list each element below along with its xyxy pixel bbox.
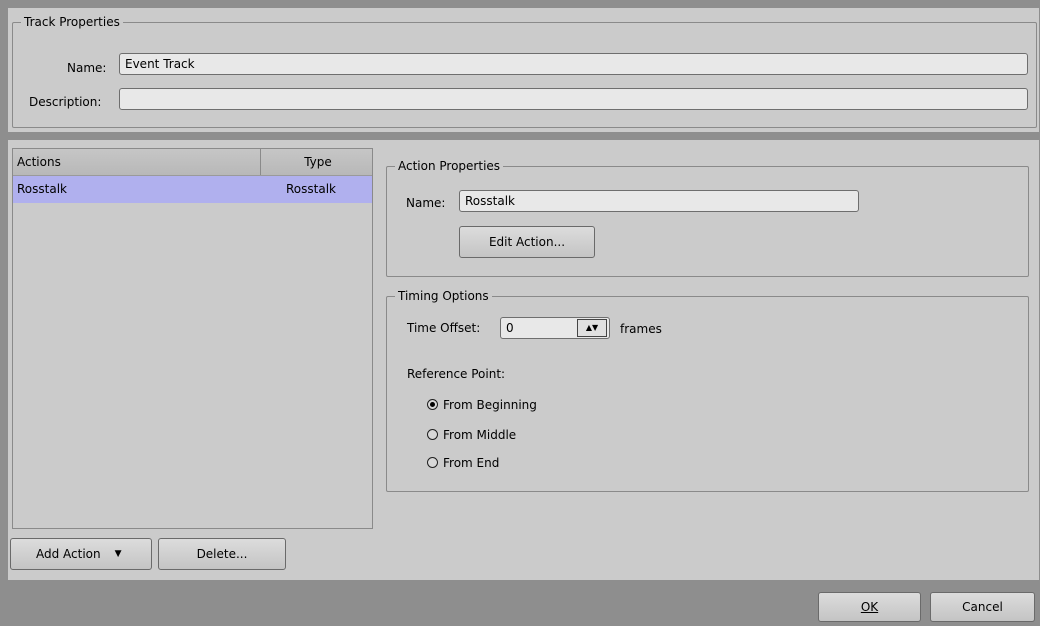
radio-from-end[interactable]: From End bbox=[427, 454, 587, 472]
timing-options-legend: Timing Options bbox=[395, 288, 492, 304]
radio-unchecked-icon[interactable] bbox=[427, 457, 438, 468]
radio-from-end-label: From End bbox=[443, 456, 500, 470]
actions-list[interactable]: Actions Type Rosstalk Rosstalk bbox=[12, 148, 373, 529]
column-header-type[interactable]: Type bbox=[273, 149, 363, 175]
radio-from-beginning-label: From Beginning bbox=[443, 398, 537, 412]
radio-from-middle[interactable]: From Middle bbox=[427, 426, 587, 444]
dropdown-arrow-icon: ▼ bbox=[114, 549, 122, 559]
radio-unchecked-icon[interactable] bbox=[427, 429, 438, 440]
track-description-input[interactable] bbox=[119, 88, 1028, 110]
list-item-type: Rosstalk bbox=[286, 182, 336, 196]
actions-panel: Actions Type Rosstalk Rosstalk Action Pr… bbox=[8, 140, 1039, 580]
time-offset-stepper[interactable]: ▲ ▼ bbox=[577, 319, 607, 337]
time-offset-units: frames bbox=[620, 322, 662, 336]
track-properties-panel: Track Properties Name: Description: bbox=[8, 8, 1039, 132]
column-header-actions[interactable]: Actions bbox=[17, 149, 257, 175]
ok-button-label: OK bbox=[860, 600, 879, 614]
track-properties-group: Track Properties bbox=[12, 14, 1037, 128]
list-item-action: Rosstalk bbox=[17, 182, 67, 196]
action-properties-group: Action Properties bbox=[386, 158, 1029, 277]
radio-checked-icon[interactable] bbox=[427, 399, 438, 410]
column-divider bbox=[260, 149, 261, 175]
track-name-input[interactable] bbox=[119, 53, 1028, 75]
action-properties-legend: Action Properties bbox=[395, 158, 504, 174]
stepper-down-icon[interactable]: ▼ bbox=[592, 324, 598, 332]
list-item[interactable]: Rosstalk Rosstalk bbox=[13, 176, 372, 203]
edit-action-button[interactable]: Edit Action... bbox=[459, 226, 595, 258]
track-description-label: Description: bbox=[29, 95, 102, 109]
track-name-label: Name: bbox=[67, 61, 107, 75]
cancel-button-label: Cancel bbox=[962, 600, 1003, 614]
actions-list-header: Actions Type bbox=[13, 149, 372, 176]
add-action-label: Add Action bbox=[36, 547, 101, 561]
delete-button[interactable]: Delete... bbox=[158, 538, 286, 570]
cancel-button[interactable]: Cancel bbox=[930, 592, 1035, 622]
radio-from-beginning[interactable]: From Beginning bbox=[427, 396, 587, 414]
ok-button[interactable]: OK bbox=[818, 592, 921, 622]
radio-from-middle-label: From Middle bbox=[443, 428, 517, 442]
add-action-button[interactable]: Add Action ▼ bbox=[10, 538, 152, 570]
time-offset-label: Time Offset: bbox=[407, 321, 481, 335]
action-name-input[interactable] bbox=[459, 190, 859, 212]
action-name-label: Name: bbox=[406, 196, 446, 210]
track-properties-legend: Track Properties bbox=[21, 14, 123, 30]
reference-point-label: Reference Point: bbox=[407, 367, 506, 381]
